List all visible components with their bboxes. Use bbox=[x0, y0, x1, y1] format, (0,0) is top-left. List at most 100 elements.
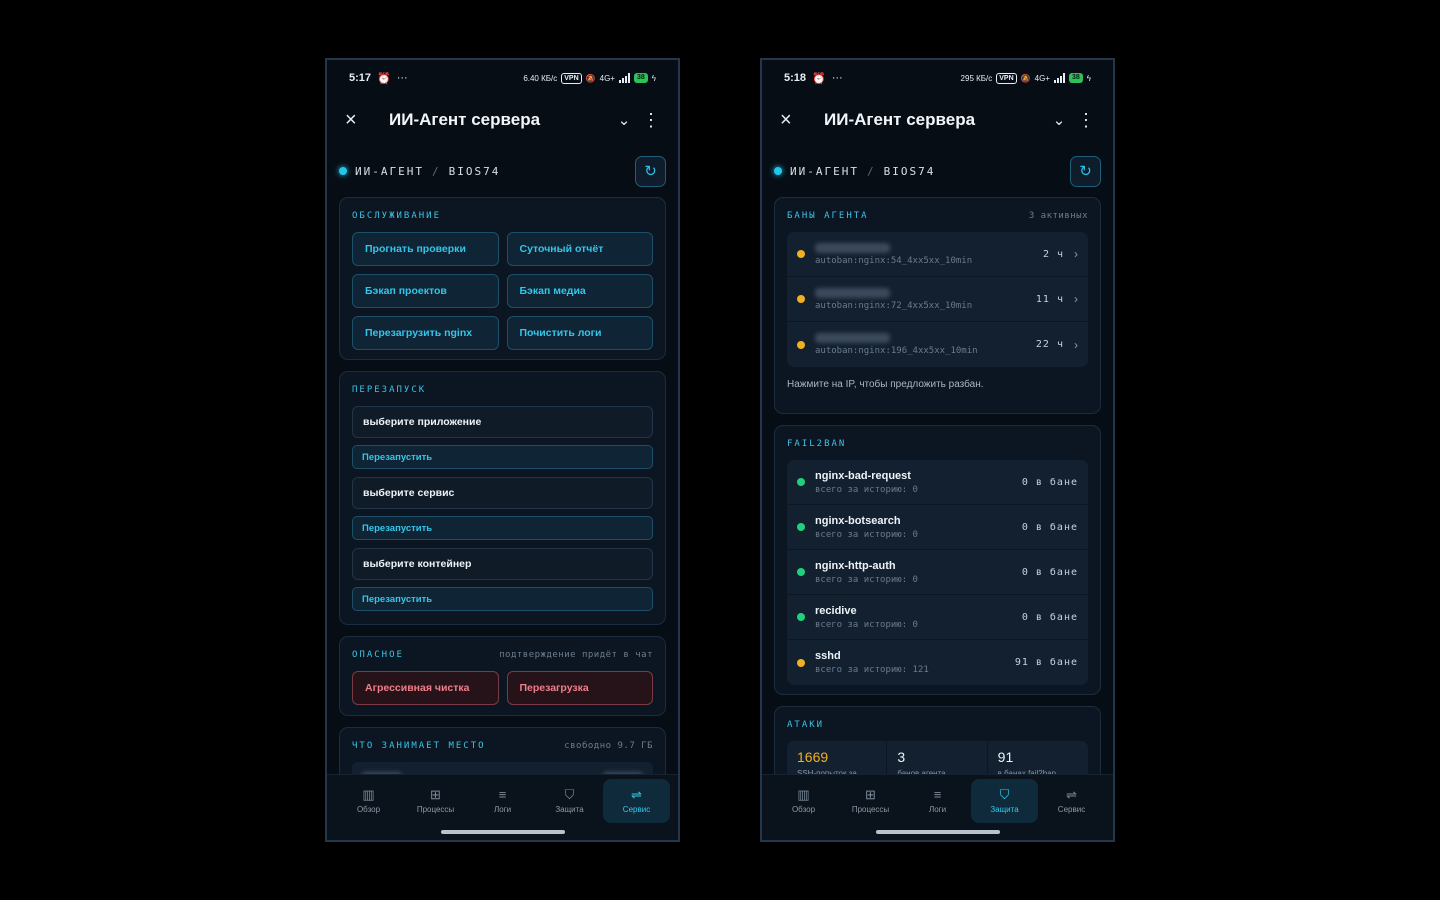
nav-label: Логи bbox=[928, 805, 947, 814]
alarm-icon: ⏰ bbox=[377, 72, 391, 85]
jail-row[interactable]: recidive всего за историю: 0 0 в бане bbox=[787, 595, 1088, 640]
list-item[interactable]: autoban:nginx:54_4xx5xx_10min 2 ч › bbox=[787, 232, 1088, 277]
app-select[interactable]: выберите приложение bbox=[352, 406, 653, 438]
unban-hint: Нажмите на IP, чтобы предложить разбан. bbox=[787, 379, 984, 390]
shield-icon: ⛉ bbox=[564, 787, 575, 802]
more-notifications-icon: ··· bbox=[831, 72, 843, 84]
chip-icon: ⊞ bbox=[430, 787, 441, 802]
close-icon[interactable]: × bbox=[345, 109, 375, 132]
restart-container-button[interactable]: Перезапустить bbox=[352, 587, 653, 611]
status-dot bbox=[797, 658, 805, 667]
nav-overview[interactable]: ▥ Обзор bbox=[335, 779, 402, 823]
refresh-button[interactable]: ↻ bbox=[635, 155, 666, 187]
jail-history: всего за историю: 121 bbox=[815, 665, 929, 675]
alarm-icon: ⏰ bbox=[812, 72, 826, 85]
daily-report-button[interactable]: Суточный отчёт bbox=[506, 232, 653, 266]
battery-icon: 38 bbox=[633, 73, 648, 83]
network-type: 4G+ bbox=[599, 73, 615, 83]
nav-label: Процессы bbox=[416, 805, 455, 814]
breadcrumb-separator: / bbox=[431, 164, 441, 178]
restart-card: ПЕРЕЗАПУСК выберите приложение Перезапус… bbox=[339, 371, 666, 625]
nav-security[interactable]: ⛉ Защита bbox=[536, 779, 603, 823]
restart-service-button[interactable]: Перезапустить bbox=[352, 516, 653, 540]
restart-app-button[interactable]: Перезапустить bbox=[352, 445, 653, 469]
nav-processes[interactable]: ⊞ Процессы bbox=[837, 779, 904, 823]
breadcrumb-agent: ИИ-АГЕНТ bbox=[355, 164, 424, 178]
jail-history: всего за историю: 0 bbox=[815, 529, 918, 540]
blurred-ip[interactable] bbox=[815, 287, 890, 298]
clean-logs-button[interactable]: Почистить логи bbox=[506, 316, 653, 350]
refresh-button[interactable]: ↻ bbox=[1070, 155, 1101, 187]
nav-logs[interactable]: ≡ Логи bbox=[469, 779, 536, 823]
breadcrumb: ИИ-АГЕНТ / BIOS74 ↻ bbox=[774, 154, 1101, 188]
jail-history: всего за историю: 0 bbox=[815, 574, 918, 585]
stat-value: 91 bbox=[997, 749, 1014, 765]
list-item[interactable]: autoban:nginx:72_4xx5xx_10min 11 ч › bbox=[787, 277, 1088, 322]
network-type: 4G+ bbox=[1034, 73, 1050, 83]
run-checks-button[interactable]: Прогнать проверки bbox=[352, 232, 499, 266]
status-bar: 5:17 ⏰ ··· 6.40 КБ/с VPN 🔕 4G+ 38 ϟ bbox=[327, 60, 678, 96]
backup-projects-button[interactable]: Бэкап проектов bbox=[352, 274, 499, 308]
more-vert-icon[interactable]: ⋮ bbox=[642, 110, 660, 131]
chart-icon: ▥ bbox=[362, 787, 375, 802]
nav-overview[interactable]: ▥ Обзор bbox=[770, 779, 837, 823]
nav-security[interactable]: ⛉ Защита bbox=[971, 779, 1038, 823]
status-dot bbox=[797, 295, 805, 303]
jail-history: всего за историю: 0 bbox=[815, 619, 918, 630]
reboot-button[interactable]: Перезагрузка bbox=[506, 671, 653, 705]
chevron-down-icon[interactable]: ⌄ bbox=[606, 111, 642, 129]
jail-banned-count: 0 в бане bbox=[1021, 521, 1078, 533]
nav-service[interactable]: ⇌ Сервис bbox=[603, 779, 670, 823]
bottom-nav: ▥ Обзор ⊞ Процессы ≡ Логи ⛉ Защита ⇌ Сервис bbox=[762, 774, 1113, 840]
ban-time: 2 ч bbox=[1042, 248, 1064, 260]
ban-reason: autoban:nginx:196_4xx5xx_10min bbox=[815, 346, 978, 356]
jail-row[interactable]: nginx-http-auth всего за историю: 0 0 в б… bbox=[787, 550, 1088, 595]
blurred-ip[interactable] bbox=[815, 242, 890, 253]
status-time: 5:17 bbox=[349, 72, 372, 84]
container-select[interactable]: выберите контейнер bbox=[352, 548, 653, 580]
more-vert-icon[interactable]: ⋮ bbox=[1077, 110, 1095, 131]
disk-free-note: свободно 9.7 ГБ bbox=[564, 741, 653, 751]
signal-icon bbox=[1053, 73, 1065, 83]
ban-reason: autoban:nginx:72_4xx5xx_10min bbox=[815, 300, 973, 311]
jail-row[interactable]: nginx-botsearch всего за историю: 0 0 в б… bbox=[787, 505, 1088, 550]
nav-processes[interactable]: ⊞ Процессы bbox=[402, 779, 469, 823]
jail-name: nginx-http-auth bbox=[815, 559, 896, 572]
breadcrumb-text: ИИ-АГЕНТ / BIOS74 bbox=[355, 165, 500, 178]
nav-label: Обзор bbox=[356, 805, 381, 814]
close-icon[interactable]: × bbox=[780, 109, 810, 132]
jail-row[interactable]: nginx-bad-request всего за историю: 0 0 в… bbox=[787, 460, 1088, 505]
home-indicator[interactable] bbox=[440, 830, 565, 834]
phone-screen-service: 5:17 ⏰ ··· 6.40 КБ/с VPN 🔕 4G+ 38 ϟ × ИИ… bbox=[325, 58, 680, 842]
list-item[interactable]: autoban:nginx:196_4xx5xx_10min 22 ч › bbox=[787, 322, 1088, 367]
service-select[interactable]: выберите сервис bbox=[352, 477, 653, 509]
chip-icon: ⊞ bbox=[865, 787, 876, 802]
reload-nginx-button[interactable]: Перезагрузить nginx bbox=[352, 316, 499, 350]
breadcrumb-server: BIOS74 bbox=[448, 164, 501, 178]
home-indicator[interactable] bbox=[875, 830, 1000, 834]
stat-value: 3 bbox=[897, 749, 906, 765]
aggressive-clean-button[interactable]: Агрессивная чистка bbox=[352, 671, 499, 705]
ban-time: 11 ч bbox=[1035, 293, 1064, 305]
maintenance-title: ОБСЛУЖИВАНИЕ bbox=[352, 211, 442, 221]
chevron-down-icon[interactable]: ⌄ bbox=[1041, 111, 1077, 129]
page-title: ИИ-Агент сервера bbox=[824, 110, 976, 129]
agent-bans-title: БАНЫ АГЕНТА bbox=[787, 211, 869, 221]
backup-media-button[interactable]: Бэкап медиа bbox=[506, 274, 653, 308]
danger-title: ОПАСНОЕ bbox=[352, 650, 404, 660]
blurred-ip[interactable] bbox=[815, 333, 890, 343]
mute-icon: 🔕 bbox=[585, 73, 596, 83]
jail-row[interactable]: sshd всего за историю: 121 91 в бане bbox=[787, 640, 1088, 685]
nav-logs[interactable]: ≡ Логи bbox=[904, 779, 971, 823]
vpn-icon: VPN bbox=[996, 72, 1017, 84]
mute-icon: 🔕 bbox=[1020, 73, 1031, 83]
ban-reason: autoban:nginx:54_4xx5xx_10min bbox=[815, 255, 973, 266]
nav-label: Защита bbox=[990, 805, 1019, 814]
breadcrumb-separator: / bbox=[866, 164, 876, 178]
bottom-nav: ▥ Обзор ⊞ Процессы ≡ Логи ⛉ Защита ⇌ Сервис bbox=[327, 774, 678, 840]
nav-service[interactable]: ⇌ Сервис bbox=[1038, 779, 1105, 823]
online-dot bbox=[774, 167, 782, 175]
sliders-icon: ⇌ bbox=[1066, 787, 1077, 802]
breadcrumb: ИИ-АГЕНТ / BIOS74 ↻ bbox=[339, 154, 666, 188]
nav-label: Процессы bbox=[851, 805, 890, 814]
